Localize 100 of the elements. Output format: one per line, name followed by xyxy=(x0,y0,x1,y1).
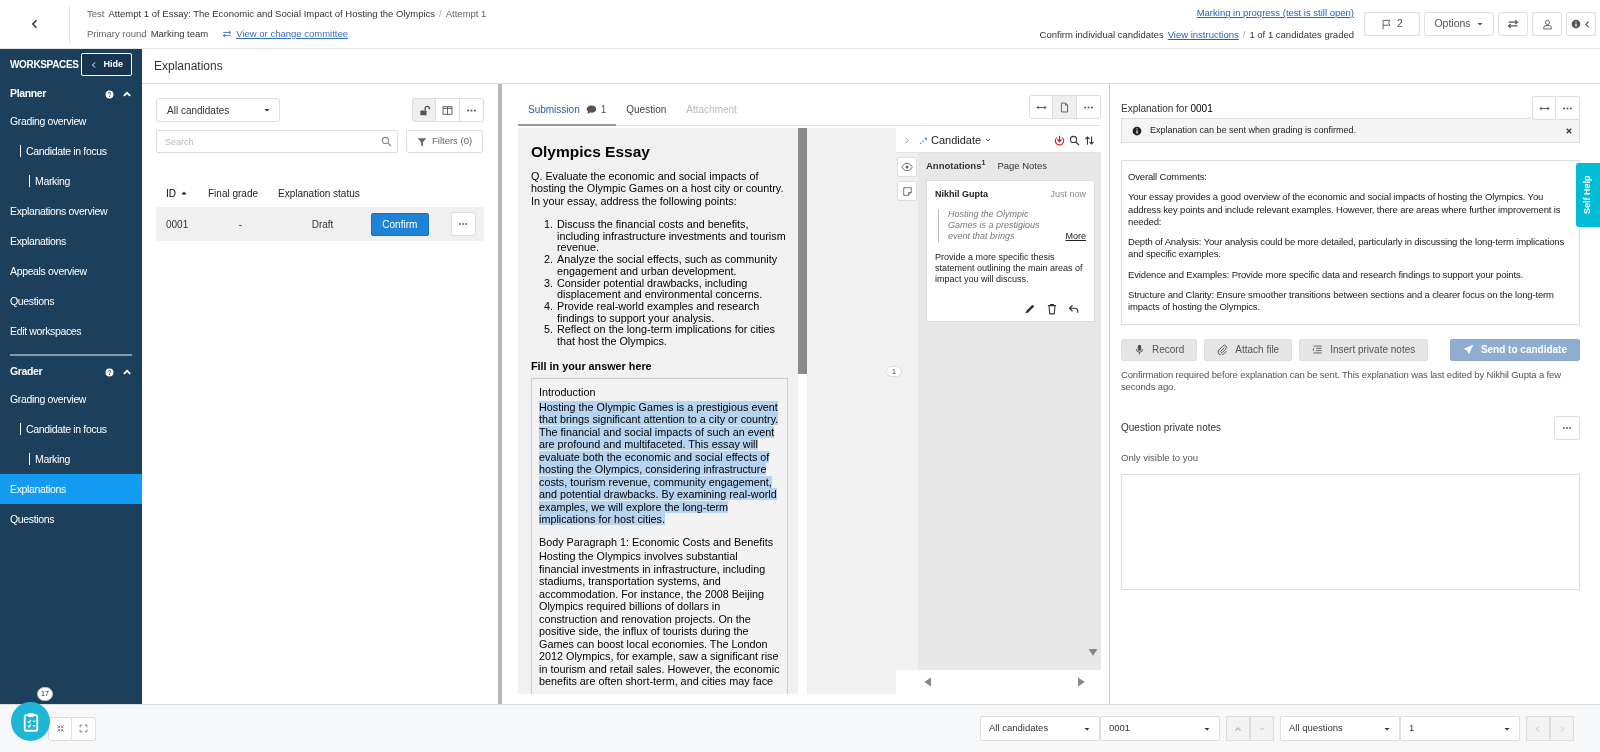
help-icon xyxy=(105,367,114,377)
annotation-tab[interactable]: Page Notes xyxy=(997,159,1048,174)
chevron-up-icon xyxy=(122,367,132,377)
send-icon xyxy=(1462,344,1474,356)
swap-icon xyxy=(222,29,233,40)
reply-icon xyxy=(1068,302,1080,315)
sidebar-item[interactable]: Appeals overview xyxy=(0,256,142,286)
pointer-icon xyxy=(919,135,928,145)
breadcrumb-label: Test xyxy=(87,6,105,21)
options-button[interactable]: Options xyxy=(1424,12,1494,36)
paragraph: Evidence and Examples: Provide more specific data and research findings to support your points. xyxy=(1128,268,1524,282)
paragraph-heading: Body Paragraph 1: Economic Costs and Benefits xyxy=(539,535,775,549)
insert-notes-button[interactable]: Insert private notes xyxy=(1299,338,1429,361)
list-item: Provide real-world examples and research findings to support your analysis. xyxy=(557,300,761,325)
list-number: 2. xyxy=(544,254,553,268)
column-header[interactable]: Explanation status xyxy=(278,185,360,201)
annotation-tab[interactable]: Annotations$^{1}$ xyxy=(926,159,986,174)
lock-icon xyxy=(418,104,430,116)
list-number: 3. xyxy=(544,277,553,291)
previous-button[interactable] xyxy=(922,676,934,688)
paragraph: Hosting the Olympic Games is a prestigious event that brings significant attention to a city or country. The financial and social impacts of such an event are profound and multifaceted. This essay will evaluate both the economic and social effects of hosting the Olympics, considering infrastructure costs, tourism revenue, community engagement, and potential drawbacks. By examining real-world examples, we will explore the long-term implications for host cities. xyxy=(539,400,780,526)
swap-button[interactable] xyxy=(1498,12,1528,36)
list-number: 1. xyxy=(544,219,553,232)
committee-link[interactable]: View or change committee xyxy=(236,27,348,42)
columns-button[interactable] xyxy=(436,98,460,122)
author-name: Nikhil Gupta xyxy=(935,188,988,200)
collapse-button[interactable] xyxy=(48,716,72,741)
expand-button[interactable] xyxy=(1532,96,1556,120)
filters-button[interactable]: Filters (0) xyxy=(406,130,484,153)
sidebar-item[interactable]: Questions xyxy=(0,504,142,534)
column-header[interactable]: Final grade xyxy=(208,185,259,201)
filter-icon xyxy=(417,136,427,147)
notes-field[interactable] xyxy=(1121,473,1580,590)
confirm-button[interactable]: Confirm xyxy=(370,212,429,236)
collapse-toggle[interactable] xyxy=(122,367,132,377)
dropdown[interactable]: 1 xyxy=(1400,716,1520,741)
sidebar-title: WORKSPACES xyxy=(10,58,79,72)
triangle-left-icon xyxy=(922,676,934,688)
column-header[interactable]: ID xyxy=(166,185,176,201)
collapse-icon xyxy=(55,724,65,733)
sidebar-item[interactable]: Candidate in focus xyxy=(0,414,142,444)
help-icon xyxy=(105,89,114,99)
paragraph: Overall Comments: xyxy=(1128,171,1208,184)
lock-button[interactable] xyxy=(412,98,436,122)
list-item: Analyze the social effects, such as community engagement and urban development. xyxy=(557,254,779,278)
flag-button[interactable]: 2 xyxy=(1364,12,1420,36)
status-link[interactable]: Marking in progress (test is still open) xyxy=(1196,6,1354,21)
triangle-right-icon xyxy=(1075,676,1087,688)
graded-count: 1 of 1 candidates graded xyxy=(1249,27,1354,42)
edit-button[interactable] xyxy=(1024,302,1036,315)
list-number: 5. xyxy=(544,324,553,338)
explanation-editor[interactable] xyxy=(1121,160,1580,325)
record-button[interactable]: Record xyxy=(1121,338,1198,361)
more-button[interactable] xyxy=(1556,96,1580,120)
info-button[interactable] xyxy=(1566,12,1596,36)
tab[interactable]: Question xyxy=(616,102,677,126)
dropdown[interactable]: 0001 xyxy=(1100,716,1220,741)
sidebar-item[interactable]: Grading overview xyxy=(0,384,142,414)
panel-title: Explanation for 0001 xyxy=(1121,101,1213,116)
collapse-toggle[interactable] xyxy=(122,89,132,99)
section-title: Planner xyxy=(10,86,48,102)
expand-button[interactable] xyxy=(1029,95,1053,119)
dropdown[interactable]: All candidates xyxy=(980,716,1100,741)
user-button[interactable] xyxy=(1532,12,1562,36)
separator-text: / xyxy=(1242,27,1246,42)
sidebar-item[interactable]: Grading overview xyxy=(0,106,142,136)
note-button[interactable] xyxy=(897,181,917,201)
attach-file-button[interactable]: Attach file xyxy=(1204,338,1293,361)
sidebar-item[interactable]: Candidate in focus xyxy=(0,136,142,166)
close-button[interactable] xyxy=(1565,126,1573,135)
list-icon xyxy=(1312,344,1324,356)
sidebar-item[interactable]: Marking xyxy=(0,166,142,196)
reply-button[interactable] xyxy=(1068,302,1080,315)
search-field[interactable]: Search xyxy=(156,130,398,153)
sidebar-item[interactable]: Edit workspaces xyxy=(0,316,142,346)
next-button[interactable] xyxy=(1075,676,1087,688)
essay-title: Olympics Essay xyxy=(531,146,651,159)
dropdown[interactable]: All questions xyxy=(1280,716,1400,741)
clipboard-button[interactable] xyxy=(11,702,50,741)
scrollbar[interactable] xyxy=(798,128,807,374)
more-button[interactable] xyxy=(1077,95,1101,119)
comment-icon xyxy=(585,104,597,115)
fullscreen-icon xyxy=(79,724,88,733)
instructions-link[interactable]: View instructions xyxy=(1167,27,1239,42)
sidebar-item[interactable]: Explanations overview xyxy=(0,196,142,226)
status-cell: Draft xyxy=(311,218,334,230)
document-view-button[interactable] xyxy=(1053,95,1077,119)
sidebar-item[interactable]: Questions xyxy=(0,286,142,316)
sidebar-item[interactable]: Marking xyxy=(0,444,142,474)
caret-icon xyxy=(263,106,271,114)
visibility-button[interactable] xyxy=(897,157,917,177)
table-row[interactable]: 0001 - Draft Confirm xyxy=(156,207,484,241)
chevron-down-icon xyxy=(984,136,993,144)
more-link[interactable]: More xyxy=(1065,230,1086,242)
quote-text: Hosting the Olympic Games is a prestigious event that brings xyxy=(948,208,1041,242)
sidebar-item[interactable]: Explanations xyxy=(0,226,142,256)
delete-button[interactable] xyxy=(1046,302,1058,315)
tab[interactable]: Submission 1 xyxy=(518,102,617,126)
candidate-dropdown[interactable]: All candidates xyxy=(156,98,280,122)
hide-button[interactable]: Hide xyxy=(81,53,132,76)
